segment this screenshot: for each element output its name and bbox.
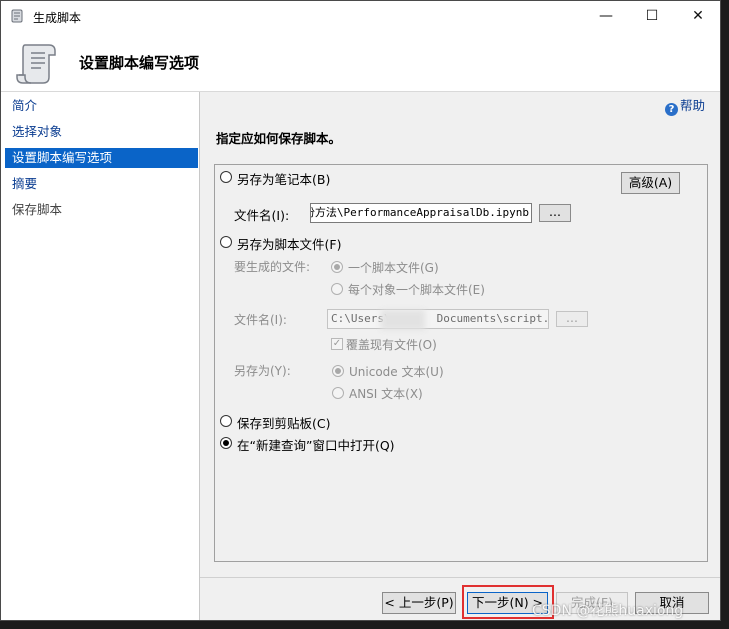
maximize-button[interactable]: ☐	[629, 1, 675, 31]
notebook-filename-label: 文件名(I):	[234, 208, 290, 223]
advanced-button[interactable]: 高级(A)	[621, 172, 680, 194]
single-file-radio	[331, 261, 343, 273]
nav-item-scripting-options[interactable]: 设置脚本编写选项	[5, 148, 198, 168]
overwrite-label: 覆盖现有文件(O)	[346, 338, 437, 352]
generate-scripts-window: 生成脚本 — ☐ ✕ 设置脚本编写选项 简介 选择对象 设置脚本编写选项 摘要 …	[0, 0, 721, 621]
close-button[interactable]: ✕	[675, 1, 720, 31]
help-icon: ?	[665, 103, 678, 116]
unicode-radio	[332, 365, 344, 377]
page-header: 设置脚本编写选项	[1, 31, 720, 92]
watermark: CSDN @花熊huaxiong	[532, 603, 684, 619]
redacted-username	[381, 310, 425, 330]
script-filename-suffix: Documents\script.sql	[436, 312, 549, 325]
save-as-script-file-radio[interactable]	[220, 236, 232, 248]
footer-divider	[200, 577, 720, 578]
previous-button[interactable]: < 上一步(P)	[382, 592, 456, 614]
files-to-generate-label: 要生成的文件:	[234, 260, 311, 274]
prompt-text: 指定应如何保存脚本。	[216, 131, 342, 146]
save-as-notebook-radio[interactable]	[220, 171, 232, 183]
notebook-browse-button[interactable]: ...	[539, 204, 571, 222]
open-new-query-radio[interactable]	[220, 437, 232, 449]
scroll-icon	[16, 44, 56, 84]
scroll-icon	[11, 9, 23, 23]
wizard-nav: 简介 选择对象 设置脚本编写选项 摘要 保存脚本	[1, 92, 200, 620]
save-as-notebook-label: 另存为笔记本(B)	[237, 172, 331, 187]
title-bar[interactable]: 生成脚本 — ☐ ✕	[1, 1, 720, 31]
window-title: 生成脚本	[33, 11, 82, 25]
save-to-clipboard-label: 保存到剪贴板(C)	[237, 416, 331, 431]
save-to-clipboard-radio[interactable]	[220, 415, 232, 427]
script-browse-button: ...	[556, 311, 588, 327]
script-filename-label: 文件名(I):	[234, 313, 287, 327]
page-title: 设置脚本编写选项	[79, 54, 200, 72]
unicode-label: Unicode 文本(U)	[349, 365, 444, 379]
single-file-label: 一个脚本文件(G)	[348, 261, 439, 275]
nav-item-summary[interactable]: 摘要	[5, 174, 198, 194]
help-label: 帮助	[680, 98, 706, 113]
save-as-script-file-label: 另存为脚本文件(F)	[237, 237, 342, 252]
nav-item-save-scripts: 保存脚本	[12, 202, 63, 217]
minimize-button[interactable]: —	[583, 1, 629, 31]
open-new-query-label: 在“新建查询”窗口中打开(Q)	[237, 438, 395, 453]
nav-item-intro[interactable]: 简介	[5, 96, 198, 116]
file-per-object-radio	[331, 283, 343, 295]
help-link[interactable]: ? 帮助	[665, 95, 705, 116]
save-as-label: 另存为(Y):	[234, 364, 291, 378]
overwrite-checkbox: ✓	[331, 338, 343, 350]
ansi-radio	[332, 387, 344, 399]
file-per-object-label: 每个对象一个脚本文件(E)	[348, 283, 485, 297]
nav-item-choose-objects[interactable]: 选择对象	[5, 122, 198, 142]
script-filename-input: C:\Users\Documents\script.sql	[327, 309, 549, 329]
notebook-filename-input[interactable]: 备份方法\PerformanceAppraisalDb.ipynb	[310, 203, 532, 223]
notebook-filename-value: 备份方法\PerformanceAppraisalDb.ipynb	[310, 206, 529, 219]
ansi-label: ANSI 文本(X)	[349, 387, 423, 401]
